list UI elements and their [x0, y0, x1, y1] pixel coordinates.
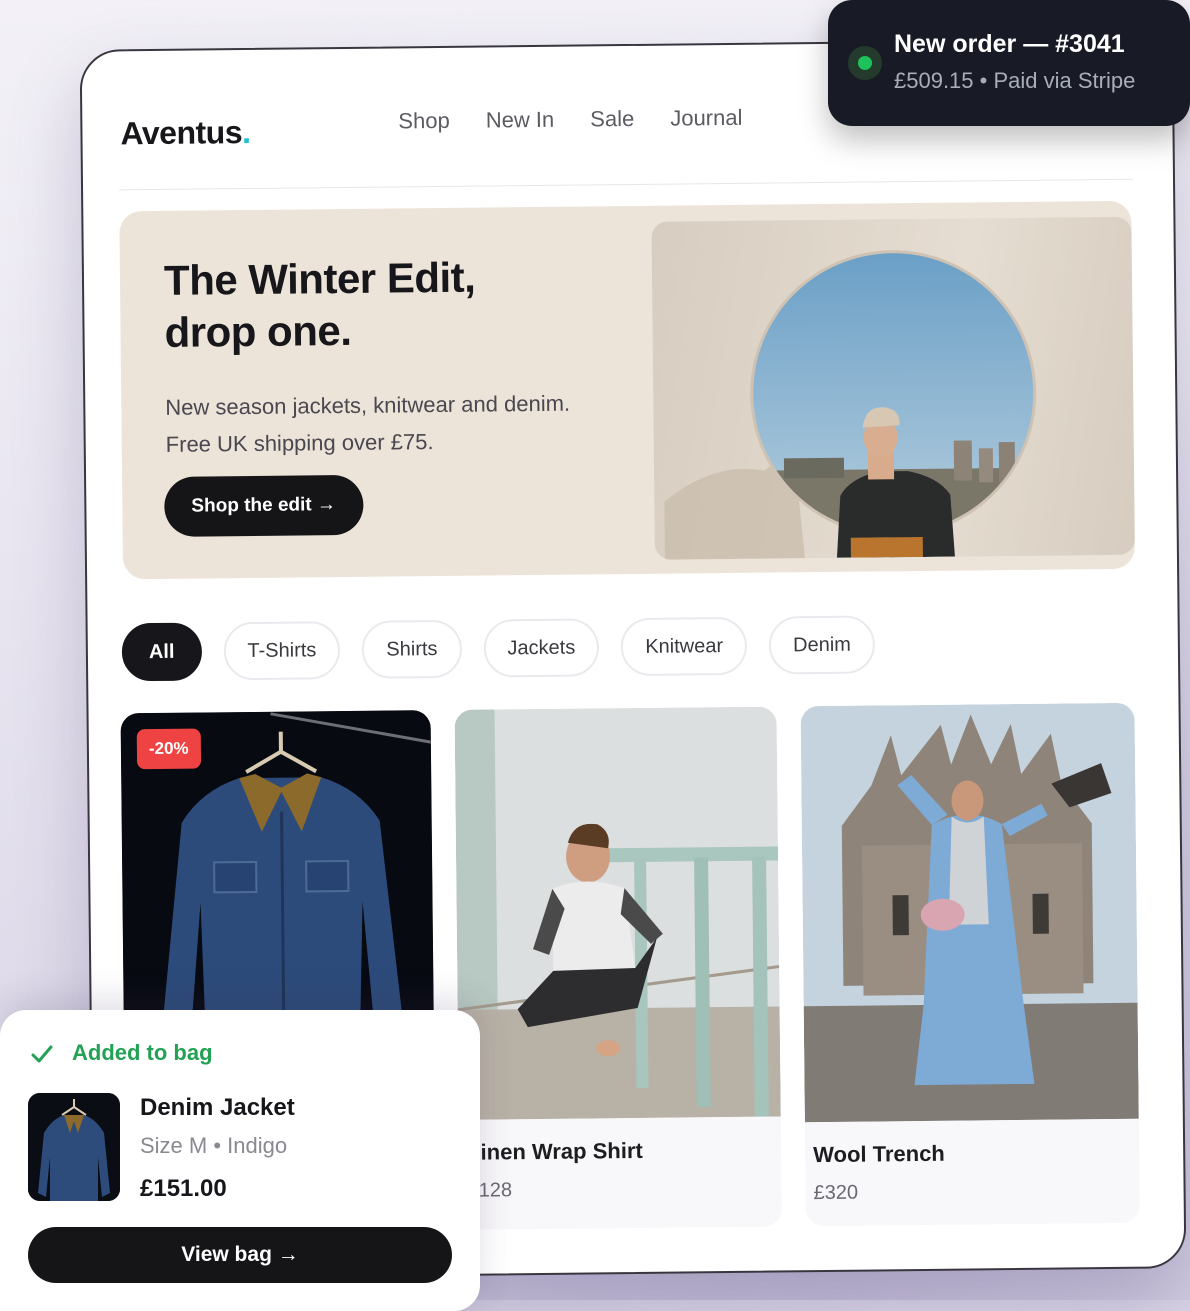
status-dot-icon	[848, 46, 882, 80]
filter-chip-jackets[interactable]: Jackets	[483, 618, 600, 678]
product-price: £320	[813, 1181, 859, 1205]
product-card-linen-wrap-shirt[interactable]: Linen Wrap Shirt £128	[454, 706, 782, 1230]
brand-name: Aventus	[120, 114, 243, 152]
new-order-notification[interactable]: New order — #3041 £509.15 • Paid via Str…	[828, 0, 1190, 126]
brand-dot: .	[241, 113, 251, 151]
shop-the-edit-button[interactable]: Shop the edit →	[164, 474, 364, 537]
man-sitting-on-pier-photo	[454, 706, 781, 1120]
product-image	[454, 706, 781, 1124]
filter-chip-shirts[interactable]: Shirts	[362, 619, 462, 679]
bag-item-meta: Size M • Indigo	[140, 1133, 288, 1158]
product-card-wool-trench[interactable]: Wool Trench £320	[800, 702, 1140, 1227]
nav-shop[interactable]: Shop	[398, 108, 450, 135]
product-image	[800, 702, 1139, 1127]
bag-item-name: Denim Jacket	[140, 1094, 295, 1121]
discount-badge: -20%	[136, 728, 201, 770]
hero-banner: The Winter Edit, drop one. New season ja…	[119, 200, 1136, 580]
order-detail: £509.15 • Paid via Stripe	[894, 68, 1136, 93]
hero-title: The Winter Edit, drop one.	[163, 253, 476, 356]
header-divider	[119, 178, 1134, 191]
added-status: Added to bag	[72, 1040, 213, 1065]
bag-item-price: £151.00	[140, 1175, 227, 1202]
brand-logo[interactable]: Aventus.	[120, 114, 250, 152]
nav-journal[interactable]: Journal	[670, 105, 742, 132]
added-to-bag-popup: Added to bag Denim Jacket Size M • Indig…	[0, 1010, 480, 1311]
filter-chip-knitwear[interactable]: Knitwear	[620, 616, 748, 677]
nav-sale[interactable]: Sale	[590, 106, 634, 132]
filter-chip-denim[interactable]: Denim	[768, 615, 876, 675]
hero-subtitle: New season jackets, knitwear and denim. …	[165, 390, 571, 457]
filter-chip-all[interactable]: All	[121, 622, 202, 682]
hero-image	[651, 216, 1135, 560]
woman-in-blue-coat-with-pigeons-photo	[800, 702, 1139, 1123]
category-filters: All T-Shirts Shirts Jackets Knitwear Den…	[121, 615, 876, 682]
main-nav: Shop New In Sale Journal	[398, 105, 742, 135]
bag-item-thumbnail	[28, 1093, 120, 1201]
view-bag-button[interactable]: View bag →	[28, 1227, 452, 1283]
product-name[interactable]: Wool Trench	[813, 1141, 945, 1168]
check-icon	[31, 1045, 53, 1063]
nav-new-in[interactable]: New In	[486, 107, 555, 134]
man-in-circular-window-photo	[664, 250, 1037, 560]
product-name[interactable]: Linen Wrap Shirt	[467, 1138, 643, 1166]
filter-chip-t-shirts[interactable]: T-Shirts	[223, 621, 341, 681]
order-title: New order — #3041	[894, 30, 1125, 58]
denim-jacket-thumbnail	[28, 1093, 120, 1201]
product-card-denim-jacket[interactable]: -20%	[120, 710, 434, 1044]
